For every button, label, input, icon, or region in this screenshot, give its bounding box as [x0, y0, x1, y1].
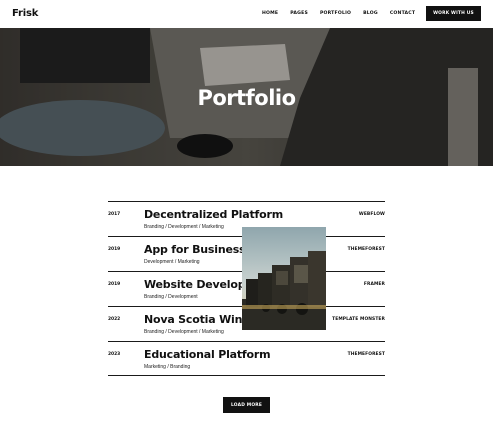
- item-client: THEMEFOREST: [347, 247, 385, 252]
- work-with-us-button[interactable]: WORK WITH US: [426, 6, 481, 21]
- main-nav: HOME PAGES PORTFOLIO BLOG CONTACT: [262, 11, 427, 16]
- page-title: Portfolio: [197, 86, 296, 110]
- item-year: 2017: [108, 212, 121, 217]
- item-year: 2022: [108, 317, 121, 322]
- item-client: WEBFLOW: [358, 212, 385, 217]
- item-year: 2019: [108, 247, 121, 252]
- item-title[interactable]: Nova Scotia Wine: [144, 313, 250, 326]
- item-categories: Branding / Development / Marketing: [144, 224, 224, 230]
- nav-home[interactable]: HOME: [262, 11, 278, 16]
- item-client: TEMPLATE MONSTER: [332, 317, 385, 322]
- nav-pages[interactable]: PAGES: [290, 11, 308, 16]
- load-more-button[interactable]: LOAD MORE: [223, 397, 270, 413]
- item-categories: Branding / Development: [144, 294, 198, 300]
- item-categories: Development / Marketing: [144, 259, 200, 265]
- item-categories: Marketing / Branding: [144, 364, 191, 370]
- item-categories: Branding / Development / Marketing: [144, 329, 224, 335]
- item-year: 2019: [108, 282, 121, 287]
- item-title[interactable]: Educational Platform: [144, 348, 271, 361]
- hero-banner: Portfolio: [0, 28, 493, 166]
- nav-contact[interactable]: CONTACT: [390, 11, 415, 16]
- nav-portfolio[interactable]: PORTFOLIO: [320, 11, 351, 16]
- nav-blog[interactable]: BLOG: [363, 11, 378, 16]
- item-client: FRAMER: [363, 282, 385, 287]
- item-title[interactable]: App for Business: [144, 243, 246, 256]
- item-client: THEMEFOREST: [347, 352, 385, 357]
- portfolio-item[interactable]: 2023 Educational Platform Marketing / Br…: [108, 341, 385, 376]
- portfolio-preview-image: [242, 227, 326, 330]
- item-title[interactable]: Decentralized Platform: [144, 208, 283, 221]
- logo[interactable]: Frisk: [12, 8, 38, 19]
- site-header: Frisk HOME PAGES PORTFOLIO BLOG CONTACT …: [0, 0, 493, 28]
- item-year: 2023: [108, 352, 121, 357]
